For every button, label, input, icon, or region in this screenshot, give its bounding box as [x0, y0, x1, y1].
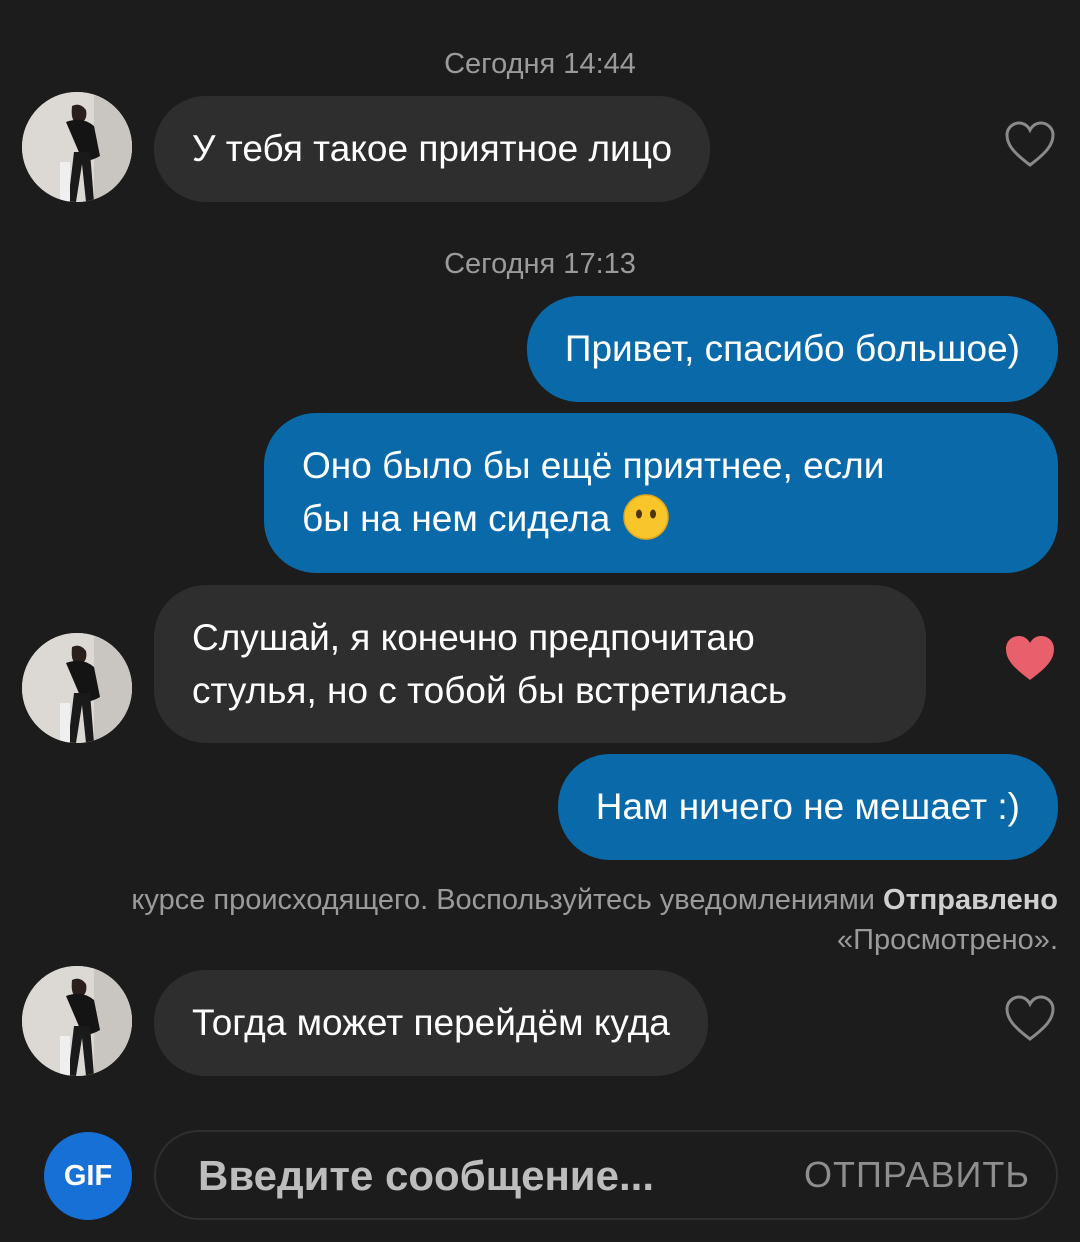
timestamp-1: Сегодня 14:44	[444, 48, 636, 80]
message-text-line: стулья, но с тобой бы встретилась	[192, 670, 788, 711]
message-text: Тогда может перейдём куда	[192, 1002, 670, 1043]
message-bubble-incoming[interactable]: Тогда может перейдём куда	[154, 970, 708, 1076]
avatar-photo	[22, 966, 132, 1076]
message-composer: GIF ОТПРАВИТЬ	[0, 1130, 1080, 1222]
avatar-photo	[22, 92, 132, 202]
read-receipt-notice: курсе происходящего. Воспользуйтесь увед…	[0, 880, 1058, 960]
heart-outline-icon[interactable]	[1004, 994, 1056, 1042]
message-input-container[interactable]: ОТПРАВИТЬ	[154, 1130, 1058, 1220]
message-text: Привет, спасибо большое)	[564, 328, 1020, 369]
notice-text: .	[1049, 924, 1058, 956]
message-bubble-incoming[interactable]: У тебя такое приятное лицо	[154, 96, 711, 202]
heart-outline-icon[interactable]	[1004, 120, 1056, 168]
message-text-line: бы на нем сидела	[302, 492, 1020, 545]
message-text: бы на нем сидела	[302, 498, 611, 539]
avatar[interactable]	[22, 92, 132, 202]
message-text-line: Оно было бы ещё приятнее, если	[302, 445, 885, 486]
send-button[interactable]: ОТПРАВИТЬ	[804, 1154, 1030, 1196]
notice-text: курсе происходящего. Воспользуйтесь увед…	[131, 884, 884, 916]
avatar-photo	[22, 633, 132, 743]
gif-button[interactable]: GIF	[44, 1132, 132, 1220]
message-bubble-outgoing[interactable]: Оно было бы ещё приятнее, если бы на нем…	[264, 413, 1058, 573]
message-bubble-incoming[interactable]: Слушай, я конечно предпочитаю стулья, но…	[154, 585, 926, 743]
message-text: У тебя такое приятное лицо	[192, 128, 673, 169]
notice-seen-label: «Просмотрено»	[836, 924, 1050, 956]
avatar[interactable]	[22, 633, 132, 743]
notice-sent-label[interactable]: Отправлено	[883, 884, 1058, 916]
message-bubble-outgoing[interactable]: Привет, спасибо большое)	[526, 296, 1058, 402]
message-text: Нам ничего не мешает :)	[595, 786, 1020, 827]
timestamp-2: Сегодня 17:13	[444, 248, 636, 280]
message-bubble-outgoing[interactable]: Нам ничего не мешает :)	[557, 754, 1058, 860]
no-mouth-emoji-icon	[623, 494, 670, 540]
avatar[interactable]	[22, 966, 132, 1076]
message-input[interactable]	[198, 1146, 758, 1206]
message-text-line: Слушай, я конечно предпочитаю	[192, 617, 755, 658]
heart-filled-icon[interactable]	[1004, 634, 1056, 682]
